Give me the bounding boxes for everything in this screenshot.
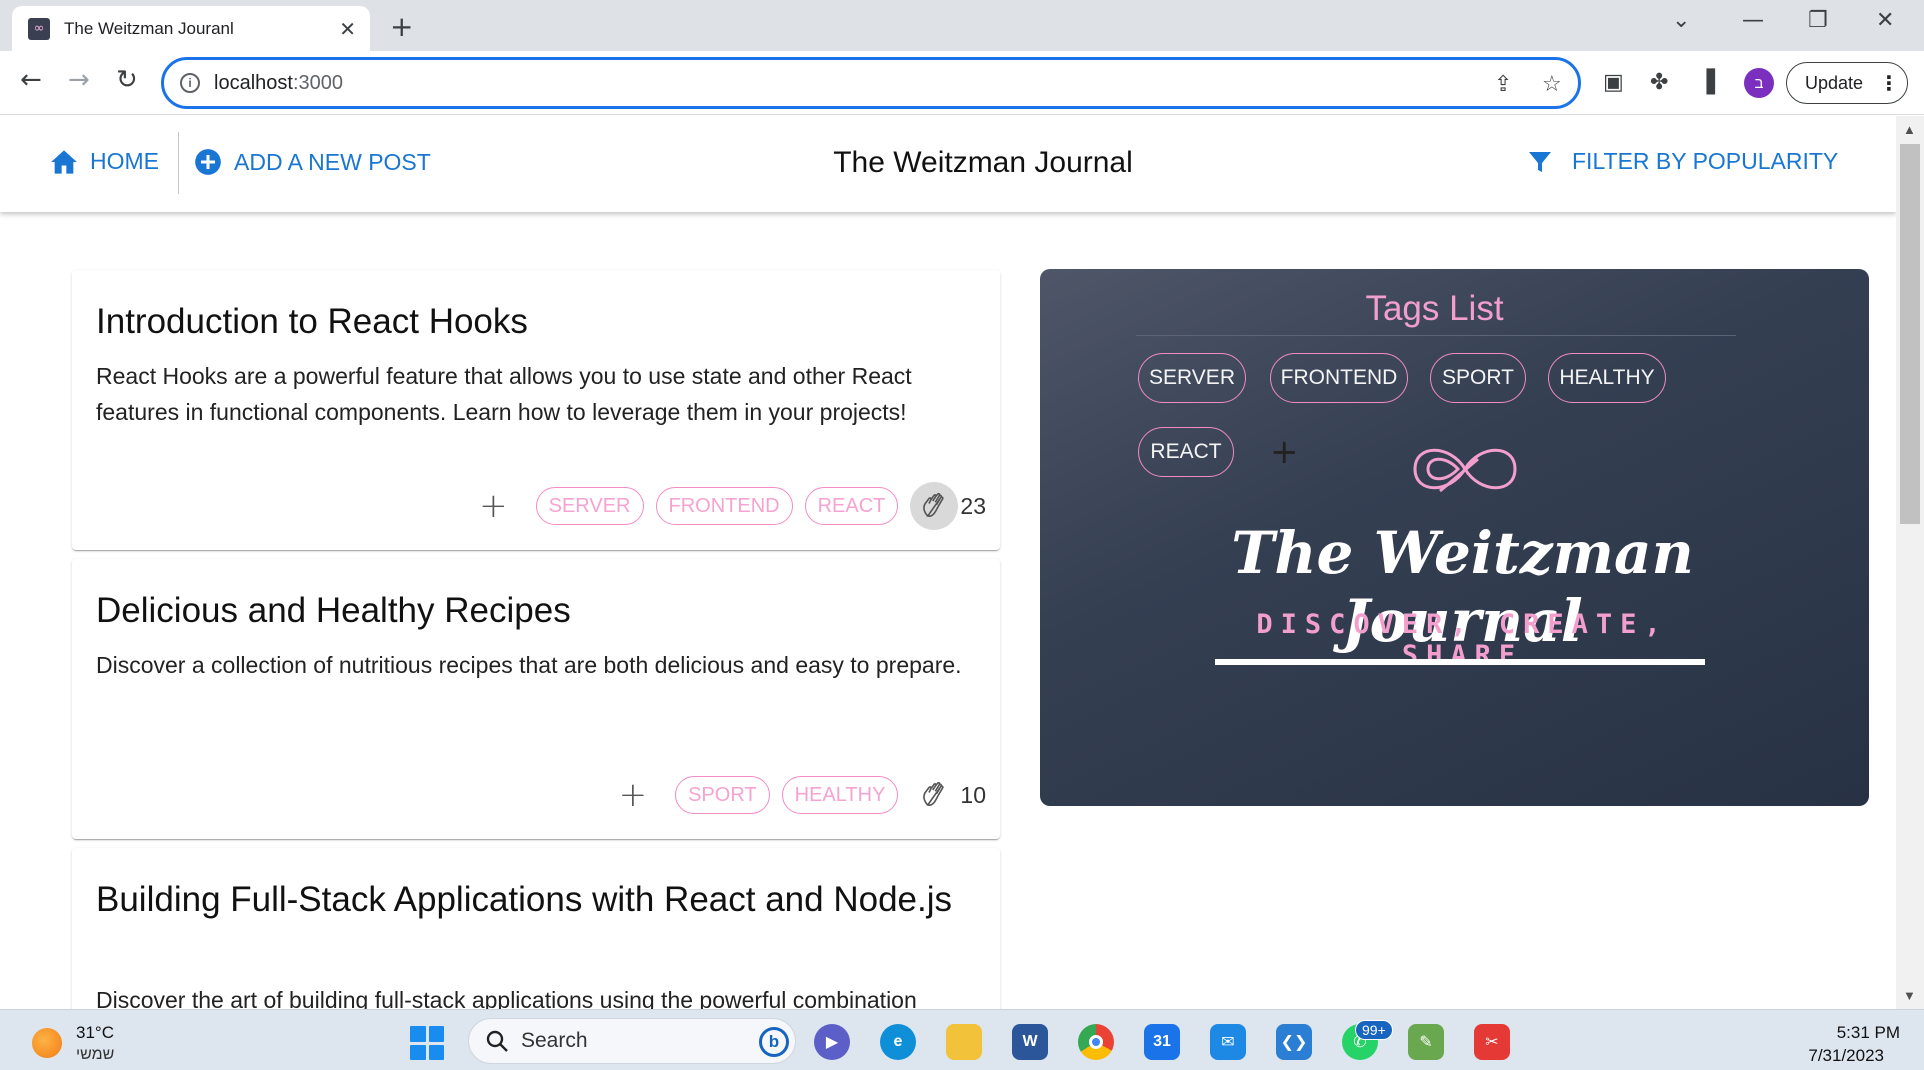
extension-pocket-icon[interactable]: ▣ [1603,70,1624,95]
post-tag-chip[interactable]: SERVER [535,487,644,525]
filter-popularity-button[interactable]: FILTER BY POPULARITY [1528,148,1838,175]
post-card: Introduction to React Hooks React Hooks … [72,270,1000,550]
clock-time[interactable]: 5:31 PM [1800,1023,1900,1043]
site-info-icon[interactable]: i [180,73,200,93]
address-bar[interactable]: i localhost:3000 ⇪ ☆ [161,57,1581,109]
update-button[interactable]: Update ⋮ [1786,62,1908,104]
post-title: Delicious and Healthy Recipes [96,591,571,630]
windows-taskbar: 31°C שמשי Search b ▶ e W 31 ✉ ❮❯ ✆ 99+ ✎… [0,1009,1924,1070]
url-text: localhost:3000 [214,71,343,94]
chrome-icon[interactable] [1078,1024,1114,1060]
browser-toolbar: ← → ↻ i localhost:3000 ⇪ ☆ [0,51,1924,115]
bookmark-star-icon[interactable]: ☆ [1542,72,1562,97]
post-body: React Hooks are a powerful feature that … [96,363,912,425]
word-icon[interactable]: W [1012,1024,1048,1060]
extensions-puzzle-icon[interactable]: ✤ [1650,70,1668,95]
tag-chip-server[interactable]: SERVER [1138,353,1246,403]
browser-tabstrip: ∞ The Weitzman Jouranl ✕ + ⌄ — ❐ ✕ [0,0,1924,51]
post-body: Discover the art of building full-stack … [96,987,917,1009]
tags-panel: Tags List SERVER FRONTEND SPORT HEALTHY … [1040,269,1869,806]
taskbar-search[interactable]: Search b [468,1018,796,1064]
clap-button[interactable] [910,771,958,819]
clap-hands-icon [923,492,945,517]
infinity-logo-icon [1413,448,1517,493]
page-viewport: HOME ADD A NEW POST The Weitzman Journal… [0,116,1896,1009]
scroll-down-icon[interactable]: ▼ [1903,988,1916,1003]
add-tag-icon[interactable]: + [479,486,508,526]
clock-date[interactable]: 7/31/2023 [1780,1046,1884,1066]
close-window-icon[interactable]: ✕ [1876,8,1894,33]
post-actions: + SPORT HEALTHY 10 [619,771,986,819]
post-tag-chip[interactable]: SPORT [675,776,770,814]
post-card: Delicious and Healthy Recipes Discover a… [72,559,1000,839]
post-body: Discover a collection of nutritious reci… [96,652,962,678]
site-favicon-icon: ∞ [28,17,50,40]
share-icon[interactable]: ⇪ [1494,72,1512,97]
tab-title: The Weitzman Jouranl [64,18,234,38]
tags-list-title: Tags List [1365,289,1504,328]
weather-description: שמשי [76,1046,115,1063]
browser-tab[interactable]: ∞ The Weitzman Jouranl ✕ [12,6,370,51]
post-tag-chip[interactable]: FRONTEND [655,487,793,525]
weather-temperature: 31°C [76,1023,114,1042]
add-tag-icon[interactable]: + [619,775,648,815]
post-tag-chip[interactable]: HEALTHY [781,776,899,814]
menu-kebab-icon[interactable]: ⋮ [1879,71,1899,96]
clap-count: 10 [960,781,986,808]
app-bar: HOME ADD A NEW POST The Weitzman Journal… [0,116,1896,212]
forward-icon[interactable]: → [68,65,90,95]
photo-editor-icon[interactable]: ✎ [1408,1024,1444,1060]
notification-badge: 99+ [1355,1020,1393,1040]
scroll-up-icon[interactable]: ▲ [1903,122,1916,137]
file-explorer-icon[interactable] [946,1024,982,1060]
post-tag-chip[interactable]: REACT [804,487,899,525]
search-label: Search [521,1029,588,1052]
tab-search-chevron-icon[interactable]: ⌄ [1672,8,1690,33]
clap-hands-icon [923,781,945,806]
search-icon [486,1030,508,1052]
calendar-icon[interactable]: 31 [1144,1024,1180,1060]
profile-avatar[interactable]: ב [1744,68,1774,98]
post-title: Building Full-Stack Applications with Re… [96,880,952,919]
teams-chat-icon[interactable]: ▶ [814,1024,850,1060]
post-title: Introduction to React Hooks [96,302,528,341]
edge-browser-icon[interactable]: e [880,1024,916,1060]
mail-icon[interactable]: ✉ [1210,1024,1246,1060]
restore-icon[interactable]: ❐ [1808,8,1828,33]
filter-label: FILTER BY POPULARITY [1572,148,1839,174]
logo-underline [1215,659,1705,665]
tag-chip-sport[interactable]: SPORT [1430,353,1526,403]
snipping-tool-icon[interactable]: ✂ [1474,1024,1510,1060]
vscode-icon[interactable]: ❮❯ [1276,1024,1312,1060]
bing-icon[interactable]: b [759,1027,789,1057]
minimize-icon[interactable]: — [1742,8,1764,33]
tag-chip-frontend[interactable]: FRONTEND [1270,353,1408,403]
post-card: Building Full-Stack Applications with Re… [72,848,1000,1009]
start-windows-icon[interactable] [410,1026,444,1060]
clap-count: 23 [960,492,986,519]
tab-close-icon[interactable]: ✕ [339,17,356,41]
post-actions: + SERVER FRONTEND REACT 23 [479,482,986,530]
reload-icon[interactable]: ↻ [116,65,138,95]
journal-logo: The Weitzman Journal DISCOVER, CREATE, S… [1215,429,1710,671]
update-label: Update [1805,72,1864,93]
side-panel-icon[interactable]: ▐ [1698,70,1715,95]
weather-sun-icon[interactable] [32,1028,62,1058]
back-icon[interactable]: ← [20,65,42,95]
scroll-thumb[interactable] [1900,144,1920,524]
page-scrollbar[interactable]: ▲ ▼ [1896,116,1924,1009]
clap-button[interactable] [910,482,959,530]
tag-chip-healthy[interactable]: HEALTHY [1548,353,1666,403]
new-tab-icon[interactable]: + [390,10,413,43]
tags-divider [1136,335,1736,336]
filter-funnel-icon [1528,150,1552,174]
